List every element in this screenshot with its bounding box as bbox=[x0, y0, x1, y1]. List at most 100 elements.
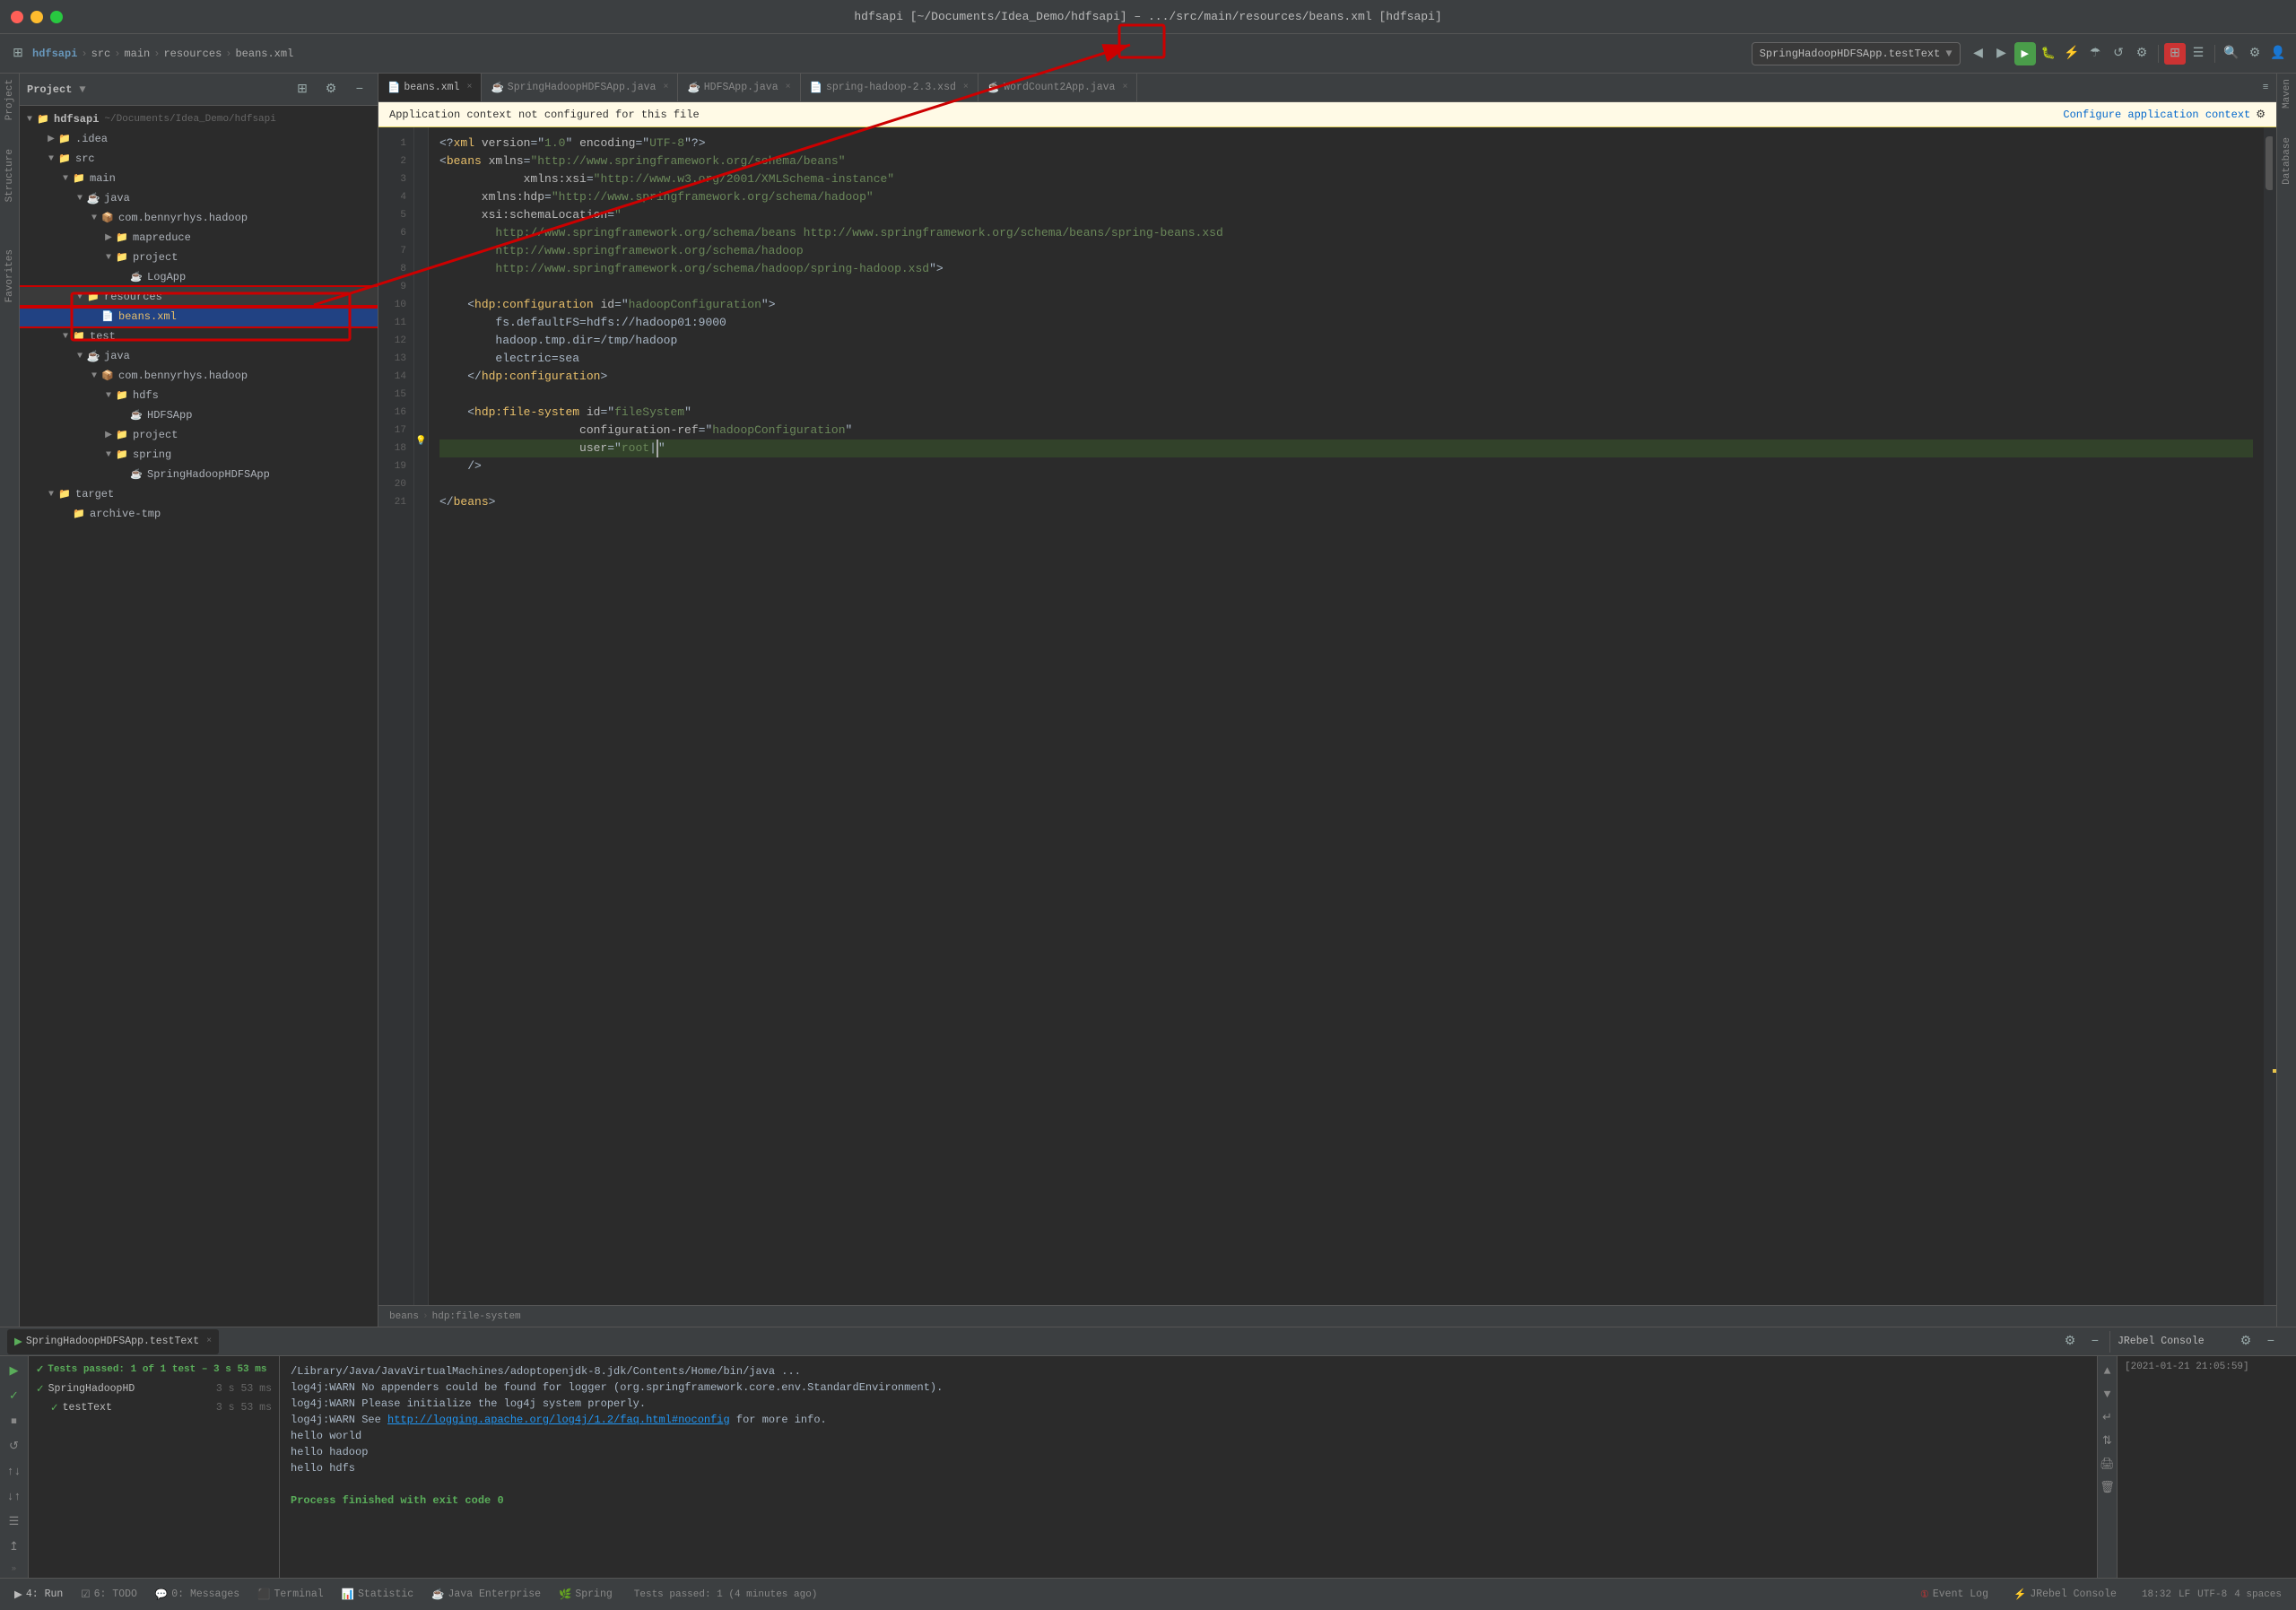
project-sync-icon[interactable]: ⊞ bbox=[291, 79, 313, 100]
close-button[interactable] bbox=[11, 11, 23, 23]
back-icon[interactable]: ◀ bbox=[1968, 43, 1989, 65]
tree-java[interactable]: ▼ ☕ java bbox=[20, 188, 378, 208]
run-sort-desc-btn[interactable]: ↓↑ bbox=[4, 1485, 25, 1507]
run-tab-close[interactable]: × bbox=[206, 1336, 212, 1346]
bulb-indicator[interactable]: 💡 bbox=[414, 432, 428, 450]
sort-btn[interactable]: ⇅ bbox=[2097, 1430, 2118, 1451]
scroll-up-btn[interactable]: ▲ bbox=[2097, 1360, 2118, 1381]
settings-icon[interactable]: ⚙ bbox=[2244, 43, 2266, 65]
database-tab[interactable]: Database bbox=[2280, 132, 2294, 190]
tab-hdfsapp[interactable]: ☕ HDFSApp.java × bbox=[678, 74, 800, 102]
tree-spring[interactable]: ▼ 📁 spring bbox=[20, 445, 378, 465]
tool-todo[interactable]: ☑ 6: TODO bbox=[74, 1582, 144, 1607]
reload-icon[interactable]: ↺ bbox=[2108, 43, 2129, 65]
search-icon[interactable]: 🔍 bbox=[2221, 43, 2242, 65]
scroll-down-btn[interactable]: ▼ bbox=[2097, 1383, 2118, 1405]
tool-terminal[interactable]: ⬛ Terminal bbox=[250, 1582, 331, 1607]
tab-wordcount-close[interactable]: × bbox=[1122, 83, 1127, 92]
debug-icon[interactable]: 🐛 bbox=[2038, 43, 2059, 65]
breadcrumb-src[interactable]: src bbox=[91, 48, 111, 60]
print-btn[interactable]: 🖨 bbox=[2097, 1453, 2118, 1475]
tree-project[interactable]: ▼ 📁 project bbox=[20, 248, 378, 267]
tree-springhadoop[interactable]: ▶ ☕ SpringHadoopHDFSApp bbox=[20, 465, 378, 484]
selected-tool-icon[interactable]: ⊞ bbox=[2164, 43, 2186, 65]
tab-xsd[interactable]: 📄 spring-hadoop-2.3.xsd × bbox=[801, 74, 978, 102]
run-button[interactable]: ▶ bbox=[2014, 42, 2036, 65]
tree-resources[interactable]: ▼ 📁 resources bbox=[20, 287, 378, 307]
tree-hdfs[interactable]: ▼ 📁 hdfs bbox=[20, 386, 378, 405]
tool-messages[interactable]: 💬 0: Messages bbox=[148, 1582, 247, 1607]
tree-archive[interactable]: ▶ 📁 archive-tmp bbox=[20, 504, 378, 524]
breadcrumb-filesys[interactable]: hdp:file-system bbox=[432, 1311, 521, 1322]
clear-btn[interactable]: 🗑 bbox=[2097, 1476, 2118, 1498]
tree-mapreduce[interactable]: ▶ 📁 mapreduce bbox=[20, 228, 378, 248]
run-filter-btn[interactable]: ☰ bbox=[4, 1510, 25, 1532]
jrebel-gear-icon[interactable]: ⚙ bbox=[2235, 1331, 2257, 1353]
breadcrumb-root[interactable]: hdfsapi bbox=[32, 48, 77, 60]
tab-settings-icon[interactable]: ≡ bbox=[2255, 77, 2276, 99]
log4j-link[interactable]: http://logging.apache.org/log4j/1.2/faq.… bbox=[387, 1414, 730, 1426]
run-pass-btn[interactable]: ✓ bbox=[4, 1385, 25, 1406]
tree-beansxml[interactable]: ▶ 📄 beans.xml bbox=[20, 307, 378, 326]
tree-hdfsapp[interactable]: ▶ ☕ HDFSApp bbox=[20, 405, 378, 425]
maximize-button[interactable] bbox=[50, 11, 63, 23]
maven-tab[interactable]: Maven bbox=[2280, 74, 2294, 114]
tab-hdfs-close[interactable]: × bbox=[786, 83, 791, 92]
tool-run[interactable]: ▶ 4: Run bbox=[7, 1582, 70, 1607]
code-editor[interactable]: 1 2 3 4 5 6 7 8 9 10 11 12 13 14 15 16 1… bbox=[378, 127, 2276, 1305]
jrebel-close-icon[interactable]: − bbox=[2260, 1331, 2282, 1353]
profile-icon[interactable]: ⚡ bbox=[2061, 43, 2083, 65]
sidebar-structure-tab[interactable]: Structure bbox=[3, 144, 17, 207]
breadcrumb-file[interactable]: beans.xml bbox=[235, 48, 293, 60]
run-minimize-icon[interactable]: − bbox=[2084, 1331, 2106, 1353]
tree-main[interactable]: ▼ 📁 main bbox=[20, 169, 378, 188]
console-output[interactable]: /Library/Java/JavaVirtualMachines/adopto… bbox=[280, 1356, 2097, 1578]
tab-beans-close[interactable]: × bbox=[466, 83, 472, 92]
tab-spring-close[interactable]: × bbox=[663, 83, 668, 92]
tool-spring[interactable]: 🌿 Spring bbox=[552, 1582, 620, 1607]
coverage-icon[interactable]: ☂ bbox=[2084, 43, 2106, 65]
nav-back-icon[interactable]: ⊞ bbox=[7, 43, 29, 65]
tool-jrebel-console[interactable]: ⚡ JRebel Console bbox=[2006, 1582, 2124, 1607]
user-icon[interactable]: 👤 bbox=[2267, 43, 2289, 65]
run-config-icon[interactable]: ⚙ bbox=[2131, 43, 2152, 65]
tree-test-package[interactable]: ▼ 📦 com.bennyrhys.hadoop bbox=[20, 366, 378, 386]
project-minimize-icon[interactable]: − bbox=[349, 79, 370, 100]
run-import-btn[interactable]: ↥ bbox=[4, 1536, 25, 1557]
code-content[interactable]: <?xml version="1.0" encoding="UTF-8" ?> … bbox=[429, 127, 2264, 1305]
tree-test-java[interactable]: ▼ ☕ java bbox=[20, 346, 378, 366]
tab-spring-app[interactable]: ☕ SpringHadoopHDFSApp.java × bbox=[482, 74, 678, 102]
tree-package[interactable]: ▼ 📦 com.bennyrhys.hadoop bbox=[20, 208, 378, 228]
test-item-text[interactable]: ✓ testText 3 s 53 ms bbox=[32, 1398, 275, 1417]
traffic-lights[interactable] bbox=[11, 11, 63, 23]
tree-target[interactable]: ▼ 📁 target bbox=[20, 484, 378, 504]
tree-test[interactable]: ▼ 📁 test bbox=[20, 326, 378, 346]
minimize-button[interactable] bbox=[30, 11, 43, 23]
run-tab-spring[interactable]: ▶ SpringHadoopHDFSApp.testText × bbox=[7, 1329, 219, 1354]
tree-src[interactable]: ▼ 📁 src bbox=[20, 149, 378, 169]
tree-test-project[interactable]: ▶ 📁 project bbox=[20, 425, 378, 445]
test-item-spring[interactable]: ✓ SpringHadoopHD 3 s 53 ms bbox=[32, 1379, 275, 1398]
run-sort-asc-btn[interactable]: ↑↓ bbox=[4, 1460, 25, 1482]
run-stop-btn[interactable]: ⏹ bbox=[4, 1410, 25, 1432]
tab-beans-xml[interactable]: 📄 beans.xml × bbox=[378, 74, 482, 102]
project-gear-icon[interactable]: ⚙ bbox=[320, 79, 342, 100]
editor-scrollbar[interactable] bbox=[2264, 127, 2276, 1305]
tool-java-enterprise[interactable]: ☕ Java Enterprise bbox=[424, 1582, 548, 1607]
tool-statistic[interactable]: 📊 Statistic bbox=[335, 1582, 421, 1607]
warning-gear-icon[interactable]: ⚙ bbox=[2256, 108, 2266, 121]
breadcrumb-resources[interactable]: resources bbox=[163, 48, 222, 60]
run-rerun-btn[interactable]: ↺ bbox=[4, 1435, 25, 1457]
tab-xsd-close[interactable]: × bbox=[963, 83, 969, 92]
run-play-btn[interactable]: ▶ bbox=[4, 1360, 25, 1381]
configure-link[interactable]: Configure application context bbox=[2063, 109, 2250, 121]
tab-wordcount[interactable]: ☕ WordCount2App.java × bbox=[978, 74, 1138, 102]
tool2-icon[interactable]: ☰ bbox=[2187, 43, 2209, 65]
run-gear-icon[interactable]: ⚙ bbox=[2059, 1331, 2081, 1353]
breadcrumb-beans[interactable]: beans bbox=[389, 1311, 419, 1322]
wrap-btn[interactable]: ↵ bbox=[2097, 1406, 2118, 1428]
tree-root[interactable]: ▼ 📁 hdfsapi ~/Documents/Idea_Demo/hdfsap… bbox=[20, 109, 378, 129]
tool-event-log[interactable]: ① Event Log bbox=[1913, 1582, 1996, 1607]
tree-logapp[interactable]: ▶ ☕ LogApp bbox=[20, 267, 378, 287]
breadcrumb-main[interactable]: main bbox=[124, 48, 150, 60]
